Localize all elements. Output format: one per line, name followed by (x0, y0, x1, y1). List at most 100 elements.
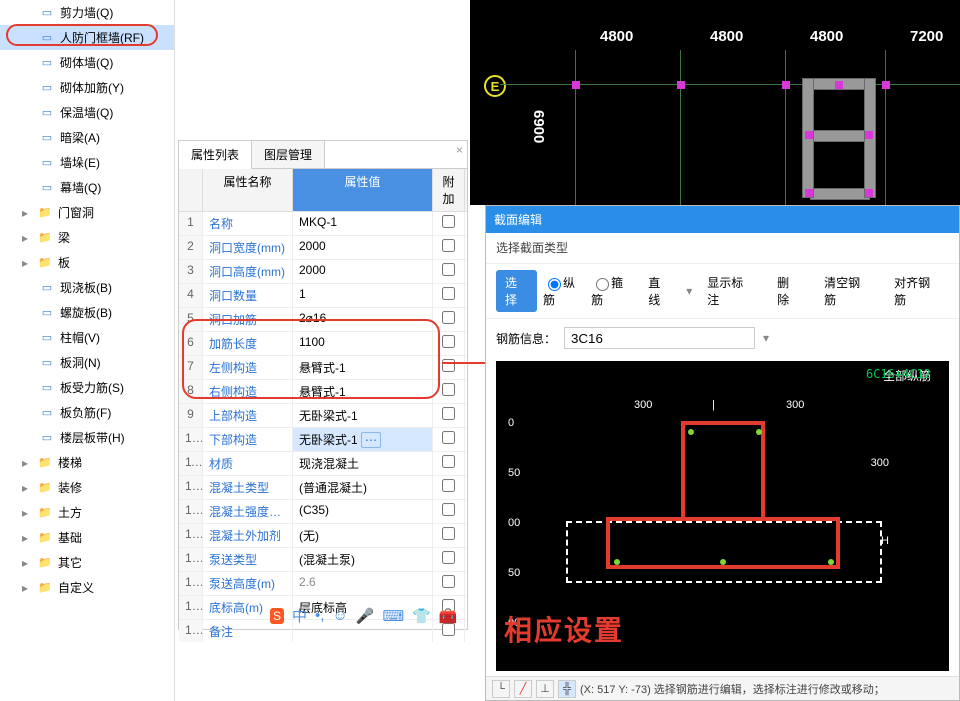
tree-item[interactable]: ▭砌体墙(Q) (0, 50, 174, 75)
prop-extra-checkbox[interactable] (442, 383, 455, 396)
prop-value[interactable]: 2.6 (293, 572, 433, 595)
radio-zong[interactable]: 纵筋 (543, 274, 585, 309)
tree-item[interactable]: ▭砌体加筋(Y) (0, 75, 174, 100)
prop-body[interactable]: 1名称MKQ-12洞口宽度(mm)20003洞口高度(mm)20004洞口数量1… (179, 212, 467, 642)
prop-value[interactable]: 2000 (293, 260, 433, 283)
prop-extra-checkbox[interactable] (442, 503, 455, 516)
radio-gu[interactable]: 箍筋 (591, 274, 633, 309)
rebar-info-input[interactable] (564, 327, 755, 349)
prop-value[interactable]: 无卧梁式-1 (293, 404, 433, 427)
ime-s-icon[interactable]: S (270, 608, 284, 624)
prop-extra-checkbox[interactable] (442, 263, 455, 276)
snap-mid-icon[interactable]: ╱ (514, 680, 532, 698)
prop-row[interactable]: 1名称MKQ-1 (179, 212, 467, 236)
prop-extra-checkbox[interactable] (442, 575, 455, 588)
close-icon[interactable]: × (456, 143, 463, 157)
prop-value[interactable]: MKQ-1 (293, 212, 433, 235)
ime-emoji-icon[interactable]: ☺ (332, 607, 347, 624)
prop-value[interactable]: 现浇混凝土 (293, 452, 433, 475)
ime-mic-icon[interactable]: 🎤 (356, 607, 375, 625)
prop-row[interactable]: 12混凝土类型(普通混凝土) (179, 476, 467, 500)
tree-item[interactable]: ▭现浇板(B) (0, 275, 174, 300)
ellipsis-button[interactable]: ⋯ (361, 432, 381, 448)
tree-item[interactable]: ▭板负筋(F) (0, 400, 174, 425)
btn-select[interactable]: 选择 (496, 270, 537, 312)
snap-perp-icon[interactable]: ⊥ (536, 680, 554, 698)
tree-item[interactable]: ▸📁自定义 (0, 575, 174, 600)
tab-layers[interactable]: 图层管理 (252, 141, 325, 168)
section-canvas[interactable]: 全部纵筋 6C16+4C12 300 | 300 300 H 0 50 00 5… (496, 361, 949, 671)
tree-item[interactable]: ▸📁装修 (0, 475, 174, 500)
btn-align-rebar[interactable]: 对齐钢筋 (885, 270, 949, 312)
prop-value[interactable]: 悬臂式-1 (293, 380, 433, 403)
tree-item[interactable]: ▭幕墙(Q) (0, 175, 174, 200)
prop-value[interactable]: 2⌀16 (293, 308, 433, 331)
tree-item[interactable]: ▭楼层板带(H) (0, 425, 174, 450)
tree-item[interactable]: ▭板受力筋(S) (0, 375, 174, 400)
btn-line[interactable]: 直线 (639, 270, 680, 312)
prop-extra-checkbox[interactable] (442, 431, 455, 444)
prop-extra-checkbox[interactable] (442, 407, 455, 420)
prop-extra-checkbox[interactable] (442, 455, 455, 468)
tree-item[interactable]: ▭板洞(N) (0, 350, 174, 375)
tree-item[interactable]: ▭螺旋板(B) (0, 300, 174, 325)
prop-row[interactable]: 9上部构造无卧梁式-1 (179, 404, 467, 428)
prop-extra-checkbox[interactable] (442, 239, 455, 252)
btn-delete[interactable]: 删除 (768, 270, 809, 312)
tree-item[interactable]: ▭柱帽(V) (0, 325, 174, 350)
tree-item[interactable]: ▭墙垛(E) (0, 150, 174, 175)
prop-row[interactable]: 11材质现浇混凝土 (179, 452, 467, 476)
prop-row[interactable]: 6加筋长度1100 (179, 332, 467, 356)
prop-row[interactable]: 15泵送类型(混凝土泵) (179, 548, 467, 572)
btn-show-dim[interactable]: 显示标注 (698, 270, 762, 312)
ime-tool-icon[interactable]: 🧰 (439, 607, 458, 625)
prop-value[interactable]: (混凝土泵) (293, 548, 433, 571)
prop-value[interactable]: 2000 (293, 236, 433, 259)
prop-extra-checkbox[interactable] (442, 359, 455, 372)
tree-item[interactable]: ▸📁基础 (0, 525, 174, 550)
prop-row[interactable]: 10下部构造无卧梁式-1 ⋯ (179, 428, 467, 452)
prop-value[interactable]: 无卧梁式-1 ⋯ (293, 428, 433, 451)
prop-row[interactable]: 13混凝土强度等级(C35) (179, 500, 467, 524)
prop-extra-checkbox[interactable] (442, 311, 455, 324)
plan-canvas[interactable]: 4800 4800 4800 7200 E 6900 (470, 0, 960, 205)
ime-skin-icon[interactable]: 👕 (412, 607, 431, 625)
tree-item[interactable]: ▸📁土方 (0, 500, 174, 525)
snap-grid-icon[interactable]: ╬ (558, 680, 576, 698)
ime-lang-icon[interactable]: 中 (292, 605, 307, 626)
tree-item[interactable]: ▸📁其它 (0, 550, 174, 575)
prop-row[interactable]: 3洞口高度(mm)2000 (179, 260, 467, 284)
prop-extra-checkbox[interactable] (442, 551, 455, 564)
prop-value[interactable]: 悬臂式-1 (293, 356, 433, 379)
tree-item[interactable]: ▭人防门框墙(RF) (0, 25, 174, 50)
tree-item[interactable]: ▸📁板 (0, 250, 174, 275)
prop-value[interactable]: 1 (293, 284, 433, 307)
snap-endpoint-icon[interactable]: └ (492, 680, 510, 698)
tree-item[interactable]: ▭暗梁(A) (0, 125, 174, 150)
prop-extra-checkbox[interactable] (442, 335, 455, 348)
prop-value[interactable]: (无) (293, 524, 433, 547)
prop-row[interactable]: 4洞口数量1 (179, 284, 467, 308)
ime-punct-icon[interactable]: •, (315, 607, 324, 624)
prop-extra-checkbox[interactable] (442, 215, 455, 228)
tree-item[interactable]: ▸📁门窗洞 (0, 200, 174, 225)
prop-row[interactable]: 8右侧构造悬臂式-1 (179, 380, 467, 404)
tree-item[interactable]: ▸📁梁 (0, 225, 174, 250)
prop-row[interactable]: 2洞口宽度(mm)2000 (179, 236, 467, 260)
btn-clear-rebar[interactable]: 清空钢筋 (815, 270, 879, 312)
tree-item[interactable]: ▭保温墙(Q) (0, 100, 174, 125)
prop-value[interactable]: (C35) (293, 500, 433, 523)
ime-keyboard-icon[interactable]: ⌨ (382, 607, 404, 625)
prop-row[interactable]: 7左侧构造悬臂式-1 (179, 356, 467, 380)
tree-item[interactable]: ▭剪力墙(Q) (0, 0, 174, 25)
tab-properties[interactable]: 属性列表 (179, 141, 252, 169)
prop-extra-checkbox[interactable] (442, 527, 455, 540)
prop-value[interactable]: (普通混凝土) (293, 476, 433, 499)
prop-row[interactable]: 16泵送高度(m)2.6 (179, 572, 467, 596)
prop-row[interactable]: 14混凝土外加剂(无) (179, 524, 467, 548)
prop-extra-checkbox[interactable] (442, 287, 455, 300)
tree-item[interactable]: ▸📁楼梯 (0, 450, 174, 475)
prop-extra-checkbox[interactable] (442, 479, 455, 492)
prop-row[interactable]: 5洞口加筋2⌀16 (179, 308, 467, 332)
prop-value[interactable]: 1100 (293, 332, 433, 355)
